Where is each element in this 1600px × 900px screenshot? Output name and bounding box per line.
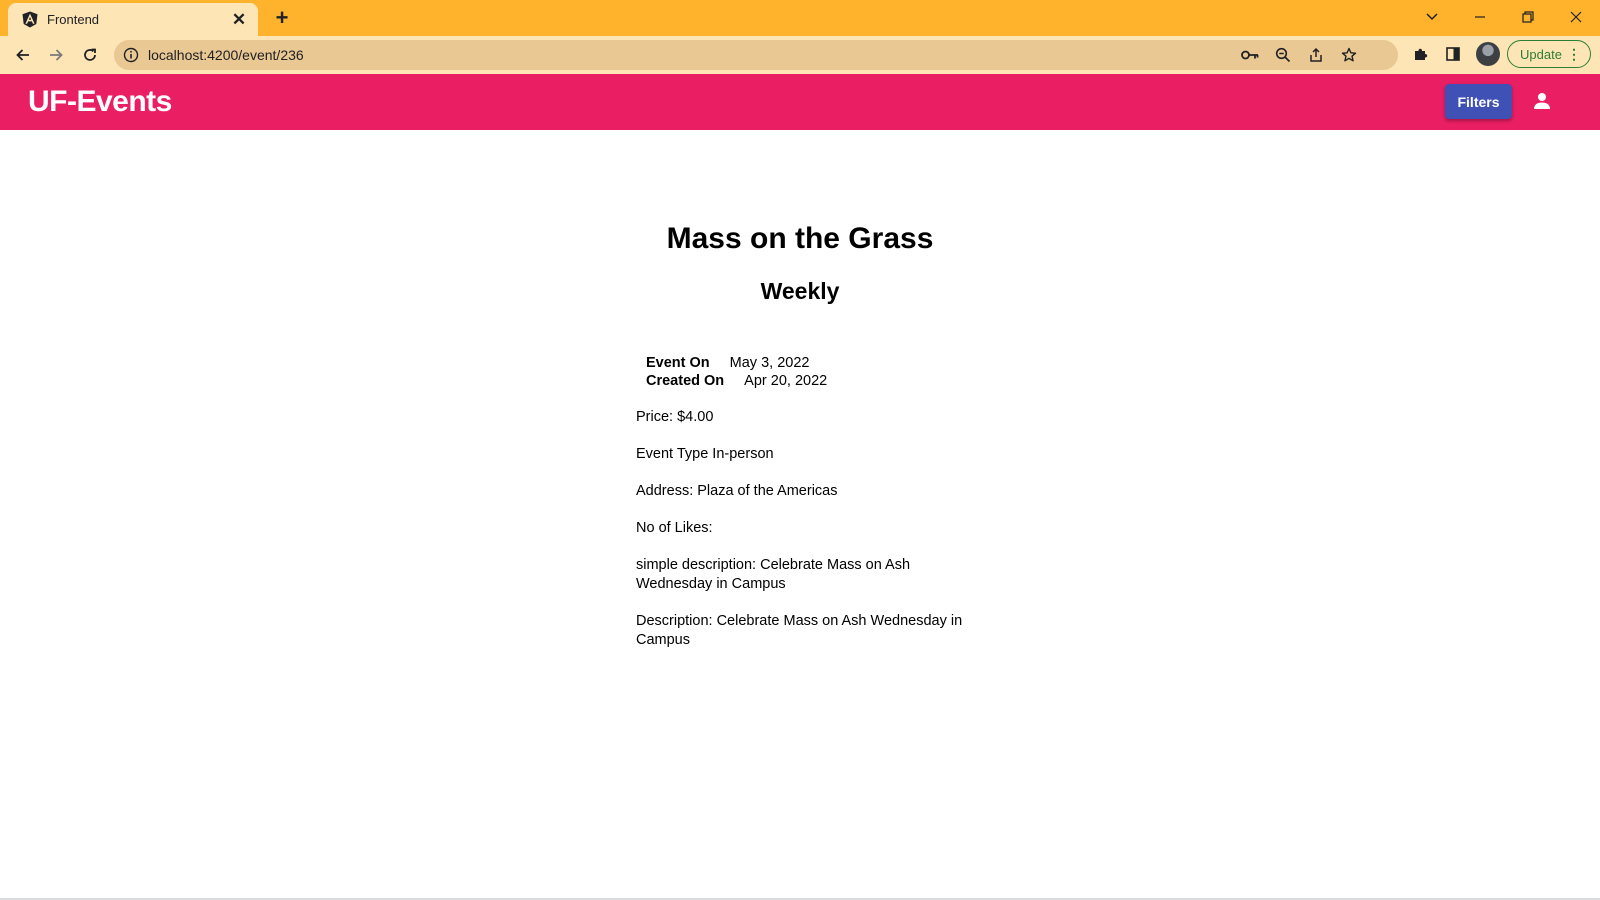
key-icon[interactable] — [1240, 46, 1260, 64]
event-simple-description: simple description: Celebrate Mass on As… — [636, 557, 911, 592]
reload-icon[interactable] — [77, 42, 103, 68]
event-price: Price: $4.00 — [636, 409, 714, 425]
event-on-row: Event On May 3, 2022 — [646, 354, 827, 372]
extensions-icon[interactable] — [1410, 43, 1432, 65]
app-header: UF-Events Filters — [0, 74, 1600, 130]
restore-icon[interactable] — [1508, 3, 1548, 31]
zoom-icon[interactable] — [1273, 46, 1293, 64]
filters-button[interactable]: Filters — [1445, 84, 1512, 119]
event-likes: No of Likes: — [636, 520, 713, 536]
browser-tab-strip: Frontend ✕ + — [0, 0, 1600, 36]
brand-logo-text[interactable]: UF-Events — [28, 85, 172, 119]
update-button[interactable]: Update ⋮ — [1507, 40, 1591, 68]
event-title: Mass on the Grass — [666, 222, 934, 255]
event-dates: Event On May 3, 2022 Created On Apr 20, 20… — [646, 354, 827, 390]
share-icon[interactable] — [1306, 46, 1326, 64]
url-text: localhost:4200/event/236 — [148, 47, 304, 63]
address-bar[interactable]: localhost:4200/event/236 — [114, 40, 1398, 70]
user-icon[interactable] — [1529, 88, 1555, 114]
angular-icon — [21, 11, 39, 29]
side-panel-icon[interactable] — [1442, 43, 1464, 65]
tab-title: Frontend — [47, 12, 100, 27]
event-description: Description: Celebrate Mass on Ash Wedne… — [636, 613, 963, 648]
event-frequency: Weekly — [760, 278, 840, 304]
event-on-value: May 3, 2022 — [729, 355, 810, 371]
created-on-label: Created On — [646, 373, 725, 389]
minimize-icon[interactable] — [1460, 3, 1500, 31]
bookmark-star-icon[interactable] — [1339, 46, 1359, 64]
site-info-icon[interactable] — [123, 47, 139, 63]
update-label: Update — [1520, 46, 1562, 62]
profile-avatar[interactable] — [1476, 42, 1500, 66]
close-icon[interactable]: ✕ — [229, 10, 249, 30]
tab-search-icon[interactable] — [1412, 3, 1452, 31]
created-on-row: Created On Apr 20, 2022 — [646, 372, 827, 390]
forward-icon[interactable] — [43, 42, 69, 68]
event-type: Event Type In-person — [636, 446, 774, 462]
new-tab-icon[interactable]: + — [270, 5, 294, 30]
back-icon[interactable] — [10, 42, 36, 68]
more-icon: ⋮ — [1567, 46, 1581, 62]
event-on-label: Event On — [646, 355, 710, 371]
created-on-value: Apr 20, 2022 — [744, 373, 828, 389]
browser-toolbar: localhost:4200/event/236 Update ⋮ — [0, 36, 1600, 74]
event-address: Address: Plaza of the Americas — [636, 483, 838, 499]
browser-tab[interactable]: Frontend ✕ — [8, 3, 258, 36]
close-window-icon[interactable] — [1556, 3, 1596, 31]
